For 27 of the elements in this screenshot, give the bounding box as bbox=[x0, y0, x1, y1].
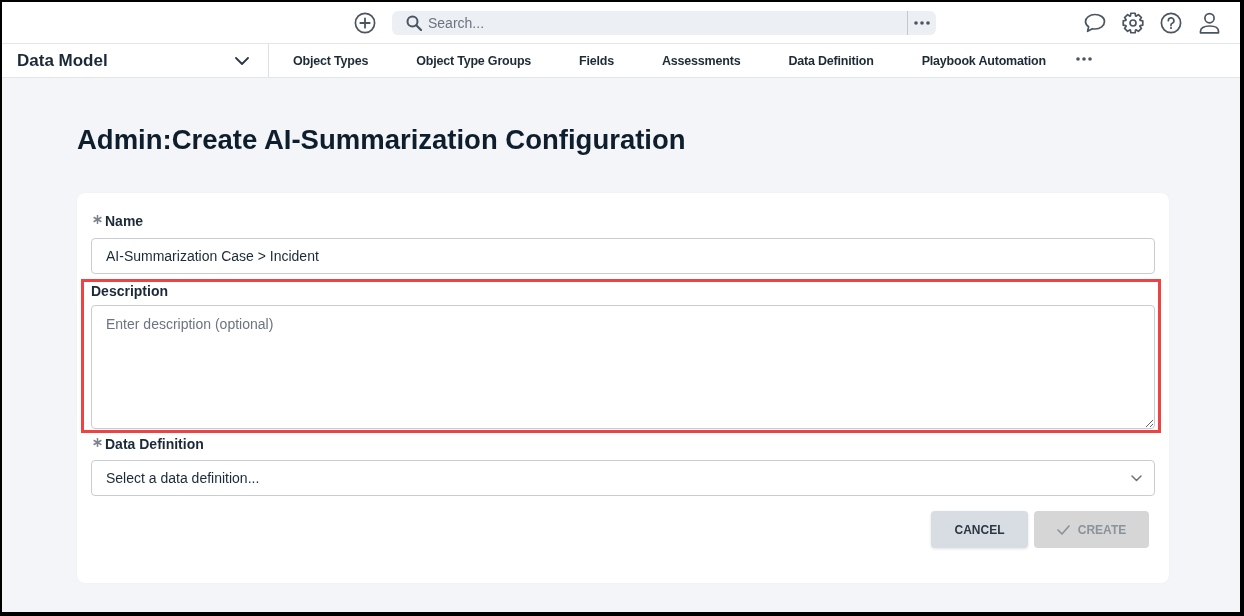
page-title: Admin:Create AI-Summarization Configuration bbox=[77, 123, 686, 157]
ellipsis-icon bbox=[1075, 56, 1092, 61]
ellipsis-icon bbox=[914, 20, 930, 25]
nav-tab[interactable]: Data Definition bbox=[764, 44, 898, 77]
nav-tab[interactable]: Playbook Automation bbox=[897, 44, 1070, 77]
settings-icon[interactable] bbox=[1122, 11, 1144, 34]
name-field[interactable]: AI-Summarization Case > Incident bbox=[91, 238, 1155, 274]
data-definition-select[interactable]: Select a data definition... bbox=[91, 460, 1155, 496]
nav-tab[interactable]: Fields bbox=[555, 44, 639, 77]
check-icon bbox=[1056, 524, 1070, 535]
chevron-down-icon bbox=[1131, 475, 1142, 482]
field-label: Description bbox=[91, 282, 168, 300]
chevron-down-icon bbox=[235, 56, 249, 65]
search-field[interactable]: Search... bbox=[392, 10, 936, 35]
description-field[interactable]: Enter description (optional) bbox=[91, 305, 1155, 429]
chat-icon[interactable] bbox=[1084, 12, 1106, 33]
cancel-button[interactable]: CANCEL bbox=[931, 511, 1028, 548]
nav-tab[interactable]: Object Types bbox=[269, 44, 393, 77]
add-icon[interactable] bbox=[354, 11, 376, 34]
field-label: Name bbox=[105, 212, 144, 230]
module-dropdown[interactable]: Data Model bbox=[2, 44, 269, 77]
field-label: Data Definition bbox=[105, 435, 204, 453]
nav-tab[interactable]: Assessments bbox=[638, 44, 765, 77]
user-icon[interactable] bbox=[1199, 11, 1220, 34]
nav-tab[interactable]: Object Type Groups bbox=[392, 44, 556, 77]
help-icon[interactable] bbox=[1160, 11, 1182, 34]
search-icon bbox=[406, 14, 422, 31]
